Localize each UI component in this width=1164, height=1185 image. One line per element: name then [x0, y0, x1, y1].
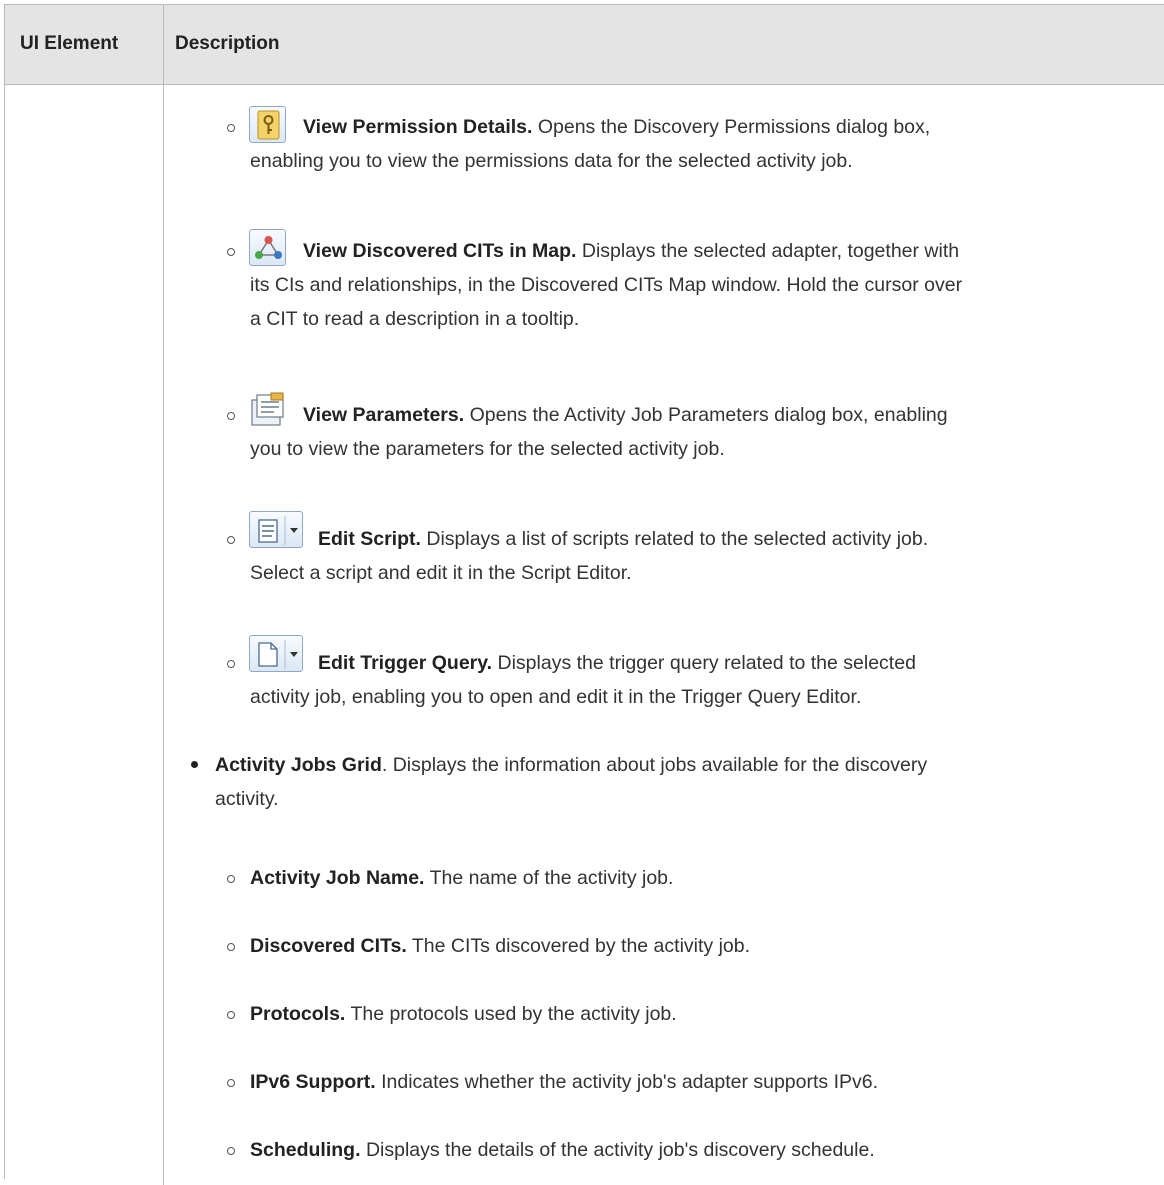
- sub-bullet: [227, 943, 235, 951]
- header-description: Description: [175, 33, 280, 54]
- column-desc: Indicates whether the activity job's ada…: [381, 1071, 879, 1093]
- section-title: Activity Jobs Grid: [215, 754, 382, 776]
- section-desc-line: . Displays the information about jobs av…: [381, 754, 928, 776]
- header-cell-ui-element: UI Element: [5, 5, 164, 84]
- item-title: Edit Script.: [318, 528, 421, 550]
- key-icon: [249, 106, 286, 143]
- column-desc: The protocols used by the activity job.: [350, 1003, 677, 1025]
- column-desc: Displays the details of the activity job…: [365, 1139, 875, 1161]
- item-desc-line: Opens the Activity Job Parameters dialog…: [469, 404, 948, 426]
- column-name: Scheduling.: [250, 1139, 361, 1161]
- sub-bullet: [227, 875, 235, 883]
- sub-bullet: [227, 124, 235, 132]
- edit-script-icon: [249, 511, 303, 548]
- item-desc-line: a CIT to read a description in a tooltip…: [250, 308, 580, 330]
- item-desc-line: activity job, enabling you to open and e…: [250, 686, 862, 708]
- sub-bullet: [227, 1011, 235, 1019]
- item-title: View Permission Details.: [303, 116, 533, 138]
- item-desc-line: you to view the parameters for the selec…: [250, 438, 725, 460]
- sub-bullet: [227, 1079, 235, 1087]
- column-name: Activity Job Name.: [250, 867, 425, 889]
- sub-bullet: [227, 660, 235, 668]
- item-title: View Discovered CITs in Map.: [303, 240, 577, 262]
- item-desc-line: Displays the trigger query related to th…: [497, 652, 916, 674]
- item-desc-line: Displays a list of scripts related to th…: [426, 528, 929, 550]
- item-desc-line: its CIs and relationships, in the Discov…: [250, 274, 963, 296]
- column-name: Protocols.: [250, 1003, 346, 1025]
- column-desc: The name of the activity job.: [429, 867, 674, 889]
- main-bullet: [191, 761, 198, 768]
- sub-bullet: [227, 1147, 235, 1155]
- item-desc-line: enabling you to view the permissions dat…: [250, 150, 853, 172]
- column-name: Discovered CITs.: [250, 935, 407, 957]
- sub-bullet: [227, 248, 235, 256]
- item-title: View Parameters.: [303, 404, 465, 426]
- edit-trigger-query-icon: [249, 635, 303, 672]
- item-desc-line: Opens the Discovery Permissions dialog b…: [537, 116, 931, 138]
- column-divider: [163, 85, 164, 1185]
- column-name: IPv6 Support.: [250, 1071, 376, 1093]
- parameters-icon: [249, 391, 286, 428]
- section-desc-line: activity.: [215, 788, 279, 810]
- header-ui-element: UI Element: [20, 33, 119, 54]
- table-header-row: UI Element Description: [5, 5, 1164, 85]
- item-title: Edit Trigger Query.: [318, 652, 493, 674]
- sub-bullet: [227, 536, 235, 544]
- item-desc-line: Select a script and edit it in the Scrip…: [250, 562, 632, 584]
- item-desc-line: Displays the selected adapter, together …: [581, 240, 960, 262]
- column-desc: The CITs discovered by the activity job.: [411, 935, 751, 957]
- map-icon: [249, 229, 286, 266]
- sub-bullet: [227, 412, 235, 420]
